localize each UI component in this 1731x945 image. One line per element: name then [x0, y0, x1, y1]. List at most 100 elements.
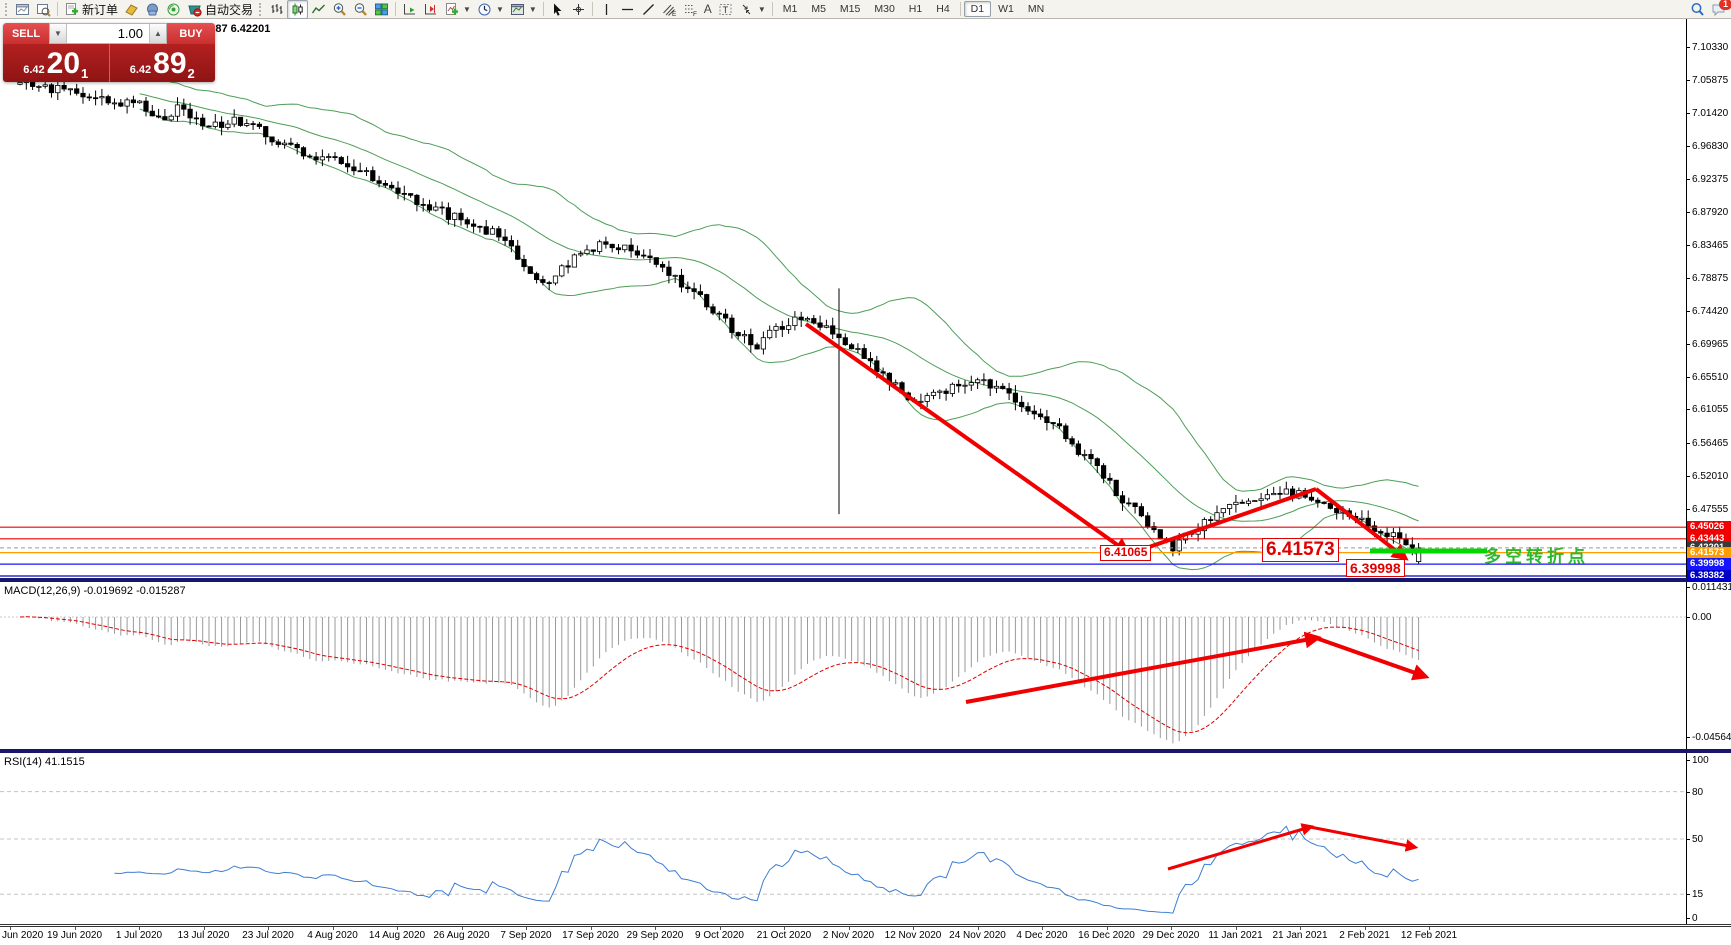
templates-button[interactable]: ▼ [507, 0, 540, 19]
tile-windows-button[interactable] [371, 0, 392, 19]
auto-trading-icon [187, 2, 202, 17]
auto-trading-button[interactable]: 自动交易 [184, 0, 256, 19]
price-scale-label: 6.78875 [1692, 273, 1731, 284]
fibonacci-tool[interactable]: F [680, 0, 701, 19]
time-axis[interactable]: Jun 202019 Jun 20201 Jul 202013 Jul 2020… [0, 927, 1731, 945]
date-label: 26 Aug 2020 [433, 930, 489, 941]
toolbar-separator [772, 2, 773, 16]
zoom-in-icon [332, 2, 347, 17]
zoom-in-button[interactable] [329, 0, 350, 19]
one-click-trading-panel: SELL ▼ 1.00 ▲ BUY 6.42201 6.42892 [3, 23, 215, 82]
price-scale-tick [1686, 476, 1690, 477]
trendline-tool[interactable] [638, 0, 659, 19]
crosshair-tool-button[interactable] [568, 0, 589, 19]
equidistant-channel-icon: E [662, 2, 677, 17]
price-chart-panel[interactable]: USDCNH-,Daily 6.40341 6.42868 6.39987 6.… [0, 19, 1731, 578]
rsi-scale-label: 0 [1692, 913, 1731, 924]
timeframe-m5[interactable]: M5 [804, 1, 833, 17]
timeframe-h1[interactable]: H1 [902, 1, 929, 17]
price-scale-tick [1686, 179, 1690, 180]
horizontal-line-tool[interactable] [617, 0, 638, 19]
new-chart-button[interactable] [12, 0, 33, 19]
price-annotation-6.39998: 6.39998 [1346, 559, 1405, 577]
toolbar-drag-handle[interactable] [259, 3, 263, 16]
line-chart-button[interactable] [308, 0, 329, 19]
price-scale-label: 6.56465 [1692, 438, 1731, 449]
date-tick [526, 927, 527, 930]
date-label: 11 Jan 2021 [1208, 930, 1262, 941]
text-tool[interactable]: A [701, 0, 715, 19]
price-scale-label: 6.52010 [1692, 471, 1731, 482]
timeframe-m1[interactable]: M1 [776, 1, 805, 17]
date-label: 19 Jun 2020 [47, 930, 102, 941]
panel-separator[interactable] [0, 578, 1731, 582]
svg-text:T: T [722, 5, 728, 15]
timeframe-d1[interactable]: D1 [964, 1, 991, 17]
new-order-label: 新订单 [82, 1, 118, 18]
rsi-scale-label: 100 [1692, 755, 1731, 766]
macd-panel[interactable]: MACD(12,26,9) -0.019692 -0.015287 [0, 582, 1731, 749]
date-label: 12 Feb 2021 [1401, 930, 1457, 941]
turning-point-label: 多空转折点 [1484, 542, 1589, 567]
indicators-button[interactable]: ▼ [441, 0, 474, 19]
data-window-button[interactable] [33, 0, 54, 19]
panel-separator[interactable] [0, 749, 1731, 753]
price-badge-6.45026: 6.45026 [1687, 521, 1731, 533]
rsi-panel[interactable]: RSI(14) 41.1515 [0, 753, 1731, 924]
chat-button[interactable]: 1 [1708, 0, 1729, 19]
dropdown-caret: ▼ [463, 5, 471, 14]
search-icon [1690, 2, 1705, 17]
text-label-tool[interactable]: T [715, 0, 736, 19]
dropdown-caret: ▼ [496, 5, 504, 14]
toolbar-drag-handle[interactable] [5, 3, 9, 16]
svg-text:E: E [672, 11, 677, 17]
buy-price[interactable]: 6.42892 [110, 44, 216, 82]
periods-button[interactable]: ▼ [474, 0, 507, 19]
candlestick-icon [290, 2, 305, 17]
market-watch-button[interactable] [142, 0, 163, 19]
date-label: 14 Aug 2020 [369, 930, 425, 941]
timeframe-w1[interactable]: W1 [991, 1, 1021, 17]
zoom-out-button[interactable] [350, 0, 371, 19]
channel-tool[interactable]: E [659, 0, 680, 19]
price-scale-border [1686, 19, 1687, 927]
price-scale-tick [1686, 377, 1690, 378]
date-label: 2 Nov 2020 [823, 930, 874, 941]
signals-button[interactable] [163, 0, 184, 19]
volume-decrease-button[interactable]: ▼ [50, 24, 67, 43]
price-scale-tick [1686, 509, 1690, 510]
search-button[interactable] [1687, 0, 1708, 19]
auto-scroll-button[interactable] [399, 0, 420, 19]
chart-shift-button[interactable] [420, 0, 441, 19]
cursor-tool-button[interactable] [547, 0, 568, 19]
timeframe-m30[interactable]: M30 [867, 1, 901, 17]
candlestick-chart-button[interactable] [287, 0, 308, 19]
volume-value[interactable]: 1.00 [67, 24, 149, 43]
sell-price-sup: 1 [81, 69, 88, 79]
timeframe-h4[interactable]: H4 [929, 1, 956, 17]
history-center-button[interactable] [121, 0, 142, 19]
rsi-label: RSI(14) 41.1515 [4, 756, 85, 768]
macd-scale-label: -0.045644 [1692, 732, 1731, 743]
date-tick [720, 927, 721, 930]
macd-scale-label: 0.011431 [1692, 582, 1731, 593]
arrows-shapes-icon [739, 2, 754, 17]
price-scale-label: 6.69965 [1692, 339, 1731, 350]
vertical-line-tool[interactable] [596, 0, 617, 19]
trendline-icon [641, 2, 656, 17]
volume-increase-button[interactable]: ▲ [149, 24, 166, 43]
bar-chart-button[interactable] [266, 0, 287, 19]
rsi-scale-label: 50 [1692, 834, 1731, 845]
crosshair-icon [571, 2, 586, 17]
buy-button[interactable]: BUY [167, 23, 215, 44]
text-label-icon: T [718, 2, 733, 17]
sell-price[interactable]: 6.42201 [3, 44, 110, 82]
timeframe-m15[interactable]: M15 [833, 1, 867, 17]
new-order-button[interactable]: 新订单 [61, 0, 121, 19]
shapes-tool[interactable]: ▼ [736, 0, 769, 19]
price-scale-label: 6.61055 [1692, 404, 1731, 415]
sell-button[interactable]: SELL [3, 23, 49, 44]
timeframe-mn[interactable]: MN [1021, 1, 1051, 17]
date-label: 17 Sep 2020 [562, 930, 619, 941]
date-tick [1429, 927, 1430, 930]
